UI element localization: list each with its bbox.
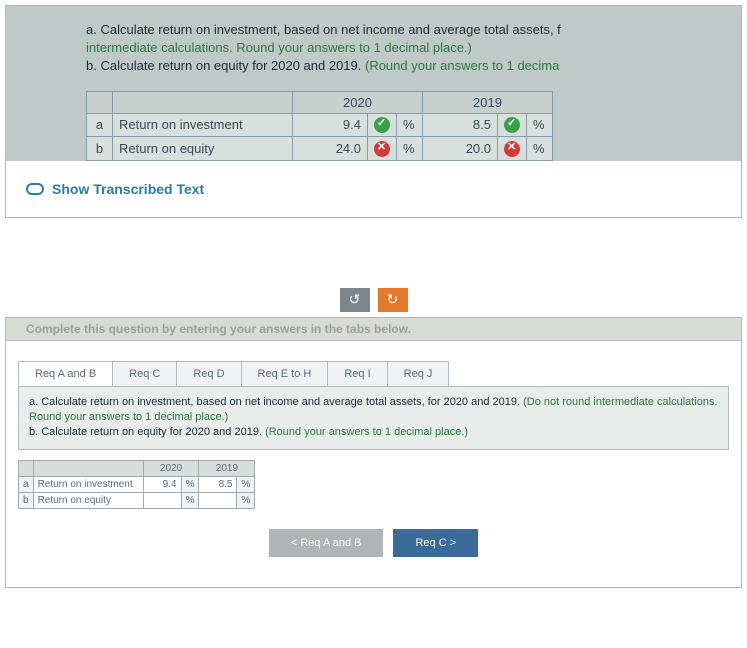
- instr-b-paren: (Round your answers to 1 decima: [365, 58, 559, 73]
- pct: %: [527, 137, 553, 161]
- value-2019: 20.0: [423, 137, 498, 161]
- tab-req-c[interactable]: Req C: [112, 361, 177, 386]
- table-row: b Return on equity % %: [19, 492, 255, 508]
- value-2019: 8.5: [423, 113, 498, 137]
- row-id: b: [87, 137, 113, 161]
- row-id: a: [87, 113, 113, 137]
- tab-req-j[interactable]: Req J: [387, 361, 450, 386]
- input-2019-roi[interactable]: 8.5: [199, 476, 237, 492]
- instruction-text: a. Calculate return on investment, based…: [86, 21, 726, 76]
- b-instr-b-main: Calculate return on equity for 2020 and …: [41, 426, 265, 438]
- center-controls: ↺ ↻: [5, 288, 742, 312]
- bottom-panel: Complete this question by entering your …: [5, 317, 742, 588]
- instruction-box: a. Calculate return on investment, based…: [18, 386, 729, 450]
- check-icon: [374, 117, 390, 133]
- instr-b-prefix: b.: [86, 58, 100, 73]
- question-image-area: a. Calculate return on investment, based…: [6, 6, 741, 161]
- redo-button[interactable]: ↻: [378, 288, 408, 312]
- pct: %: [181, 476, 199, 492]
- answer-table-wrap: 2020 2019 a Return on investment 9.4 % 8…: [6, 450, 741, 529]
- sm-row-id: b: [19, 492, 34, 508]
- pct: %: [397, 137, 423, 161]
- transcribe-icon: [26, 183, 44, 195]
- show-transcribed-button[interactable]: Show Transcribed Text: [6, 161, 741, 217]
- answer-table: 2020 2019 a Return on investment 9.4 % 8…: [18, 460, 255, 509]
- x-icon: [504, 141, 520, 157]
- table-row: a Return on investment 9.4 % 8.5 %: [19, 476, 255, 492]
- show-transcribed-label: Show Transcribed Text: [52, 181, 204, 197]
- prev-button[interactable]: < Req A and B: [269, 529, 384, 557]
- undo-button[interactable]: ↺: [340, 288, 370, 312]
- tab-row: Req A and B Req C Req D Req E to H Req I…: [6, 341, 741, 386]
- pct: %: [181, 492, 199, 508]
- pct: %: [237, 476, 255, 492]
- pct: %: [397, 113, 423, 137]
- tab-req-d[interactable]: Req D: [176, 361, 241, 386]
- input-2019-roe[interactable]: [199, 492, 237, 508]
- instr-a-sub: intermediate calculations. Round your an…: [86, 40, 472, 55]
- input-2020-roi[interactable]: 9.4: [143, 476, 181, 492]
- value-2020: 24.0: [293, 137, 368, 161]
- nav-row: < Req A and B Req C >: [6, 529, 741, 587]
- tab-req-e-h[interactable]: Req E to H: [241, 361, 329, 386]
- sm-row-label: Return on investment: [33, 476, 143, 492]
- top-panel: a. Calculate return on investment, based…: [5, 5, 742, 218]
- b-instr-a-main: Calculate return on investment, based on…: [41, 396, 523, 408]
- row-label: Return on equity: [113, 137, 293, 161]
- header-2020: 2020: [293, 91, 423, 113]
- complete-banner: Complete this question by entering your …: [6, 318, 741, 341]
- b-instr-b-prefix: b.: [29, 426, 41, 438]
- b-instr-a-prefix: a.: [29, 396, 41, 408]
- x-icon: [374, 141, 390, 157]
- sm-header-2020: 2020: [143, 460, 199, 476]
- check-icon: [504, 117, 520, 133]
- instr-a-prefix: a.: [86, 22, 100, 37]
- tab-req-a-b[interactable]: Req A and B: [18, 361, 113, 386]
- value-2020: 9.4: [293, 113, 368, 137]
- row-label: Return on investment: [113, 113, 293, 137]
- pct: %: [527, 113, 553, 137]
- pct: %: [237, 492, 255, 508]
- sm-header-2019: 2019: [199, 460, 255, 476]
- table-row: a Return on investment 9.4 % 8.5 %: [87, 113, 553, 137]
- input-2020-roe[interactable]: [143, 492, 181, 508]
- table-row: b Return on equity 24.0 % 20.0 %: [87, 137, 553, 161]
- sm-row-id: a: [19, 476, 34, 492]
- b-instr-b-paren: (Round your answers to 1 decimal place.): [265, 426, 468, 438]
- tab-req-i[interactable]: Req I: [327, 361, 387, 386]
- instr-b-main: Calculate return on equity for 2020 and …: [100, 58, 365, 73]
- sm-row-label: Return on equity: [33, 492, 143, 508]
- result-table: 2020 2019 a Return on investment 9.4 % 8…: [86, 91, 553, 161]
- next-button[interactable]: Req C >: [393, 529, 478, 557]
- header-2019: 2019: [423, 91, 553, 113]
- instr-a-main: Calculate return on investment, based on…: [100, 22, 560, 37]
